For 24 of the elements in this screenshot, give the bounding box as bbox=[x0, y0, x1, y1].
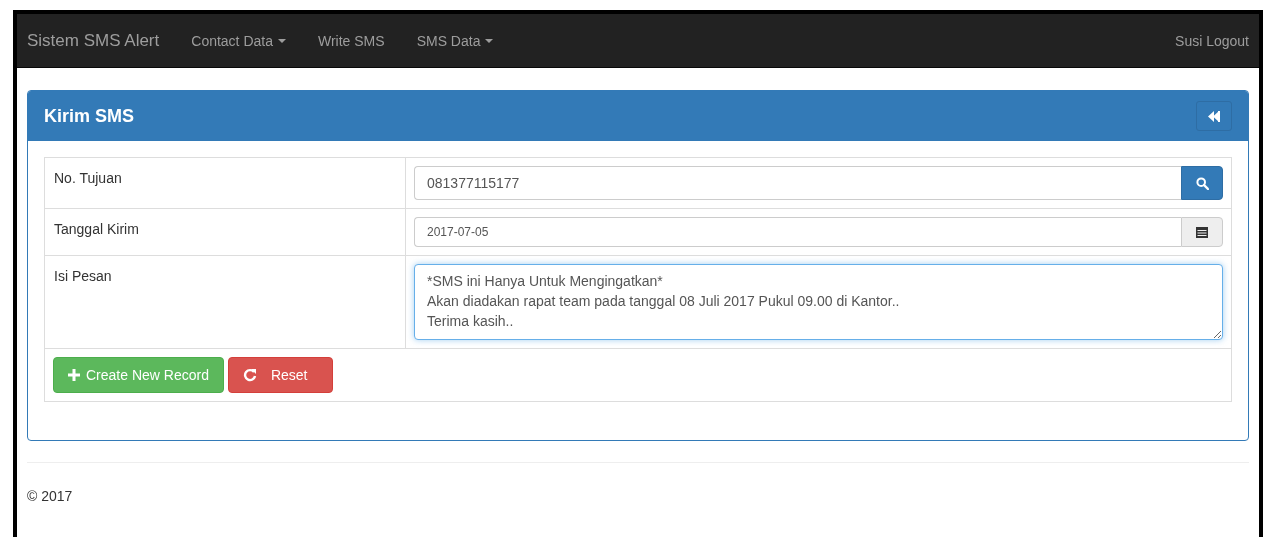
collapse-button[interactable] bbox=[1196, 101, 1232, 131]
message-textarea[interactable]: *SMS ini Hanya Untuk Mengingatkan* Akan diadakan rapat team pada tanggal 08 Juli 2017 Pukul 09.00 di Kantor.. Terima kasih.. bbox=[414, 264, 1223, 340]
caret-icon bbox=[485, 38, 494, 43]
date-input[interactable]: 2017-07-05 bbox=[414, 217, 1181, 247]
field-label: No. Tujuan bbox=[44, 157, 406, 209]
reset-button[interactable]: Reset bbox=[227, 357, 333, 393]
caret-icon bbox=[278, 38, 286, 43]
search-icon bbox=[1195, 176, 1209, 190]
footer-text: © 2017 bbox=[27, 488, 74, 504]
refresh-icon bbox=[242, 368, 257, 382]
calendar-button[interactable] bbox=[1181, 217, 1223, 247]
phone-input[interactable]: 081377115177 bbox=[414, 166, 1181, 200]
double-left-arrow-icon bbox=[1208, 110, 1220, 122]
field-label: Tanggal Kirim bbox=[44, 208, 406, 256]
panel-title: Kirim SMS bbox=[44, 105, 135, 127]
nav-menu-item[interactable]: SMS Data bbox=[400, 32, 510, 49]
logout-link[interactable]: Susi Logout bbox=[1159, 32, 1249, 49]
calendar-icon bbox=[1196, 226, 1208, 238]
search-button[interactable] bbox=[1181, 166, 1223, 200]
brand-link[interactable]: Sistem SMS Alert bbox=[27, 30, 176, 51]
nav-menu-item[interactable]: Write SMS bbox=[302, 32, 401, 49]
field-label: Isi Pesan bbox=[44, 255, 406, 349]
nav-menu-item[interactable]: Contact Data bbox=[175, 32, 302, 49]
plus-icon bbox=[68, 369, 80, 381]
